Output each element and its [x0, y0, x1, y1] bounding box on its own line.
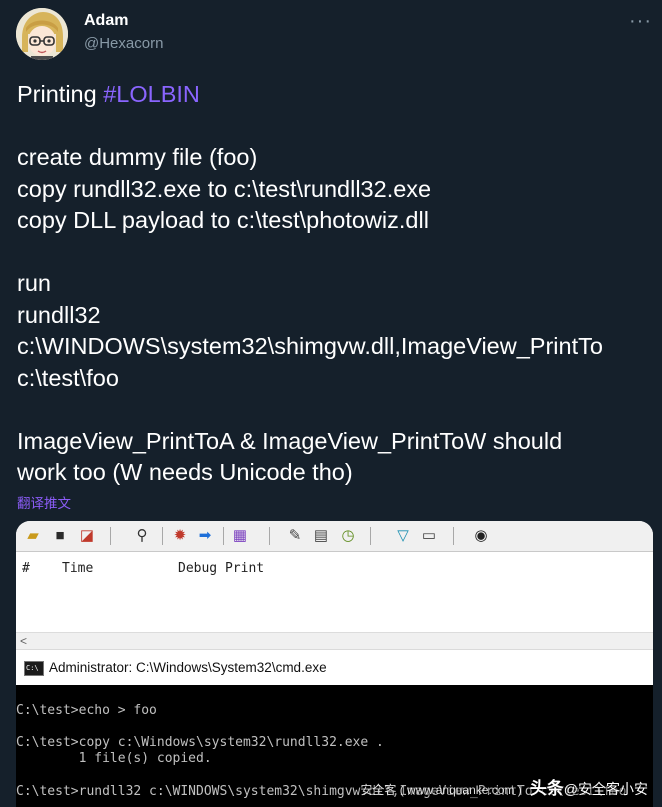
horizontal-scrollbar: < — [16, 632, 653, 649]
tweet-media-image[interactable]: ▰ ■ ◪ ⚲ ✹ ➡ ▦ ✎ ▤ ◷ ▽ ▭ ◉ # Time Debug P… — [16, 521, 653, 807]
tweet-line: work too (W needs Unicode tho) — [17, 459, 353, 485]
translate-tweet-link[interactable]: 翻译推文 — [17, 492, 71, 512]
filter-edit-icon: ✎ — [288, 527, 302, 544]
more-options-icon[interactable]: ··· — [629, 10, 652, 33]
tweet-line: c:\test\foo — [17, 364, 119, 391]
avatar[interactable] — [16, 8, 68, 60]
cmd-window-titlebar: C:\ Administrator: C:\Windows\System32\c… — [16, 649, 653, 686]
watermark: 安全客 ( www.anquanke.com ) 头条@安全客小安 — [360, 774, 648, 799]
clock-icon: ◷ — [341, 527, 355, 544]
tweet-line: Printing #LOLBIN — [17, 79, 657, 111]
tweet-text: Printing #LOLBIN create dummy file (foo)… — [17, 79, 657, 489]
hashtag-link[interactable]: #LOLBIN — [103, 81, 200, 107]
tweet-line: rundll32 — [17, 301, 101, 328]
tweet-line: create dummy file (foo) — [17, 144, 258, 170]
debug-output-list: # Time Debug Print — [16, 552, 653, 632]
binoculars-find-icon: ◉ — [474, 527, 488, 544]
console-line: 1 file(s) copied. — [16, 751, 212, 766]
debug-toolbar: ▰ ■ ◪ ⚲ ✹ ➡ ▦ ✎ ▤ ◷ ▽ ▭ ◉ — [16, 521, 653, 552]
column-header-debug-print: Debug Print — [178, 561, 265, 576]
clear-log-icon: ◪ — [79, 527, 95, 544]
column-header-time: Time — [62, 561, 94, 576]
save-disk-icon: ■ — [55, 527, 65, 544]
autoscroll-arrow-icon: ➡ — [198, 527, 212, 544]
tweet-text-prefix: Printing — [17, 81, 104, 107]
watermark-brand: 头条 — [529, 779, 564, 798]
avatar-illustration-icon — [16, 8, 68, 60]
console-line: C:\test>copy c:\Windows\system32\rundll3… — [16, 735, 384, 750]
watermark-source: 安全客 ( www.anquanke.com ) — [360, 783, 522, 797]
author-handle[interactable]: @Hexacorn — [84, 35, 163, 52]
watermark-account: @安全客小安 — [563, 781, 648, 797]
tweet-line: copy rundll32.exe to c:\test\rundll32.ex… — [17, 175, 432, 202]
column-header-number: # — [22, 561, 30, 576]
author-name[interactable]: Adam — [84, 12, 128, 30]
tweet-line: copy DLL payload to c:\test\photowiz.dll — [17, 207, 429, 233]
tweet-line: ImageView_PrintToA & ImageView_PrintToW … — [17, 427, 563, 454]
magnifier-icon: ⚲ — [136, 527, 148, 544]
open-folder-icon: ▰ — [27, 527, 39, 544]
highlight-icon: ▤ — [313, 527, 329, 544]
tweet-header: Adam @Hexacorn ··· — [16, 6, 656, 62]
capture-kernel-icon: ▦ — [232, 527, 248, 544]
tweet-line: run — [17, 270, 51, 296]
capture-icon: ✹ — [173, 527, 187, 544]
console-line: C:\test>echo > foo — [16, 703, 157, 718]
cmd-window-title: Administrator: C:\Windows\System32\cmd.e… — [49, 660, 327, 675]
filter-funnel-icon: ▽ — [397, 527, 409, 544]
tweet-line: c:\WINDOWS\system32\shimgvw.dll,ImageVie… — [17, 333, 603, 359]
history-icon: ▭ — [421, 527, 437, 544]
cmd-app-icon: C:\ — [24, 661, 44, 676]
scroll-left-icon: < — [20, 634, 28, 648]
